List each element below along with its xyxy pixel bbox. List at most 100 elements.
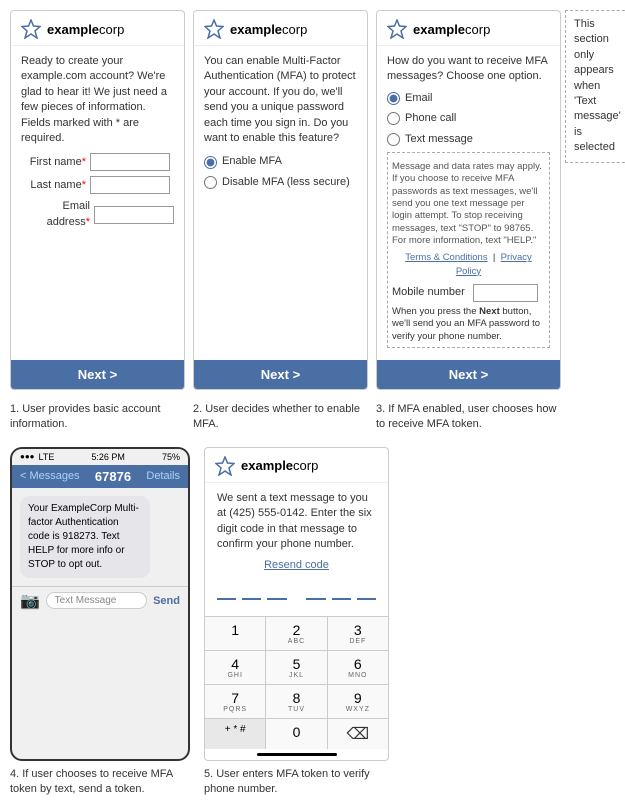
home-bar: [257, 753, 337, 756]
required-star-3: *: [86, 216, 90, 228]
card1-header: examplecorp: [11, 11, 184, 46]
code-dash-5: [332, 598, 351, 600]
phone-nav-bar: < Messages 67876 Details: [12, 465, 188, 488]
caption-row-bottom: 4. If user chooses to receive MFA token …: [10, 767, 615, 798]
sms-message-text: Your ExampleCorp Multi-factor Authentica…: [28, 503, 139, 570]
logo-icon-1: [21, 19, 41, 39]
enable-mfa-radio[interactable]: [204, 156, 217, 169]
battery-label: 75%: [162, 452, 180, 462]
disable-mfa-label: Disable MFA (less secure): [222, 175, 350, 190]
key-3[interactable]: 3DEF: [328, 617, 388, 650]
key-4[interactable]: 4GHI: [205, 651, 265, 684]
token-entry-card: examplecorp We sent a text message to yo…: [204, 447, 389, 761]
mobile-number-input[interactable]: [473, 284, 538, 302]
token-card-body: We sent a text message to you at (425) 5…: [205, 483, 388, 616]
phone-mockup: ●●● LTE 5:26 PM 75% < Messages 67876 Det…: [10, 447, 190, 761]
text-message-radio[interactable]: [387, 133, 400, 146]
key-1[interactable]: 1: [205, 617, 265, 650]
card3-header: examplecorp: [377, 11, 560, 46]
card1-next-button[interactable]: Next >: [78, 367, 117, 382]
code-dash-6: [357, 598, 376, 600]
keypad: 1 2ABC 3DEF 4GHI 5JKL 6MNO 7PQRS 8TUV 9W…: [205, 616, 388, 749]
card2-footer: Next >: [194, 360, 367, 389]
first-name-input[interactable]: [90, 153, 170, 171]
disable-mfa-option: Disable MFA (less secure): [204, 175, 357, 190]
key-6[interactable]: 6MNO: [328, 651, 388, 684]
caption-2: 2. User decides whether to enable MFA.: [193, 402, 368, 433]
enable-mfa-label: Enable MFA: [222, 154, 282, 169]
key-8[interactable]: 8TUV: [266, 685, 326, 718]
phone-status-bar: ●●● LTE 5:26 PM 75%: [12, 449, 188, 465]
send-button[interactable]: Send: [153, 595, 180, 607]
email-radio[interactable]: [387, 92, 400, 105]
code-underlines: [217, 584, 376, 600]
card3-body: How do you want to receive MFA messages?…: [377, 46, 560, 360]
token-card-description: We sent a text message to you at (425) 5…: [217, 491, 376, 553]
sms-note: Message and data rates may apply. If you…: [392, 161, 545, 247]
card3-footer: Next >: [377, 360, 560, 389]
key-0[interactable]: 0: [266, 719, 326, 749]
email-label: Email: [405, 91, 433, 106]
key-backspace[interactable]: ⌫: [328, 719, 388, 749]
card2-brand: examplecorp: [230, 22, 307, 37]
next-button-note: When you press the Next button, we'll se…: [392, 306, 545, 343]
card2-next-button[interactable]: Next >: [261, 367, 300, 382]
first-name-label: First name*: [21, 155, 86, 170]
card2-description: You can enable Multi-Factor Authenticati…: [204, 54, 357, 146]
card3-brand: examplecorp: [413, 22, 490, 37]
last-name-input[interactable]: [90, 176, 170, 194]
signal-dots: ●●●: [20, 452, 35, 461]
email-label: Email address*: [21, 199, 90, 230]
code-dash-1: [217, 598, 236, 600]
key-2[interactable]: 2ABC: [266, 617, 326, 650]
key-9[interactable]: 9WXYZ: [328, 685, 388, 718]
logo-icon-2: [204, 19, 224, 39]
code-dash-3: [267, 598, 286, 600]
card-mfa-method: examplecorp How do you want to receive M…: [376, 10, 561, 390]
phone-status-left: ●●● LTE: [20, 452, 54, 462]
email-input[interactable]: [94, 206, 174, 224]
card2-header: examplecorp: [194, 11, 367, 46]
links-row: Terms & Conditions | Privacy Policy: [392, 251, 545, 278]
required-star-2: *: [82, 179, 86, 191]
caption-5: 5. User enters MFA token to verify phone…: [204, 767, 389, 798]
code-spacer: [293, 584, 301, 600]
disable-mfa-radio[interactable]: [204, 176, 217, 189]
email-option: Email: [387, 91, 550, 106]
card3-description: How do you want to receive MFA messages?…: [387, 54, 550, 85]
phone-message-area: Your ExampleCorp Multi-factor Authentica…: [12, 488, 188, 586]
resend-code-link[interactable]: Resend code: [217, 558, 376, 573]
key-special[interactable]: + * #: [205, 719, 265, 749]
last-name-group: Last name*: [21, 176, 174, 194]
sms-message-bubble: Your ExampleCorp Multi-factor Authentica…: [20, 496, 150, 578]
caption-row-top: 1. User provides basic account informati…: [10, 402, 615, 433]
token-card-brand: examplecorp: [241, 458, 318, 473]
caption-4: 4. If user chooses to receive MFA token …: [10, 767, 190, 798]
key-7[interactable]: 7PQRS: [205, 685, 265, 718]
key-5[interactable]: 5JKL: [266, 651, 326, 684]
mobile-number-label: Mobile number: [392, 285, 465, 300]
terms-link[interactable]: Terms & Conditions: [405, 252, 487, 263]
caption-1: 1. User provides basic account informati…: [10, 402, 185, 433]
last-name-label: Last name*: [21, 178, 86, 193]
time-label: 5:26 PM: [91, 452, 125, 462]
text-message-placeholder[interactable]: Text Message: [46, 592, 148, 609]
special-label: + * #: [225, 724, 246, 735]
token-card-header: examplecorp: [205, 448, 388, 483]
card1-body: Ready to create your example.com account…: [11, 46, 184, 360]
camera-icon: 📷: [20, 591, 40, 611]
text-message-label: Text message: [405, 132, 473, 147]
phone-call-radio[interactable]: [387, 112, 400, 125]
card3-next-button[interactable]: Next >: [449, 367, 488, 382]
phone-input-bar: 📷 Text Message Send: [12, 586, 188, 615]
annotation-box: This section only appears when 'Text mes…: [565, 10, 625, 163]
first-name-group: First name*: [21, 153, 174, 171]
caption-3: 3. If MFA enabled, user chooses how to r…: [376, 402, 561, 433]
mobile-number-row: Mobile number: [392, 284, 545, 302]
card1-footer: Next >: [11, 360, 184, 389]
details-link[interactable]: Details: [146, 470, 180, 482]
code-dash-2: [242, 598, 261, 600]
messages-back[interactable]: < Messages: [20, 470, 80, 482]
card-mfa-enable: examplecorp You can enable Multi-Factor …: [193, 10, 368, 390]
sender-number: 67876: [95, 469, 131, 484]
